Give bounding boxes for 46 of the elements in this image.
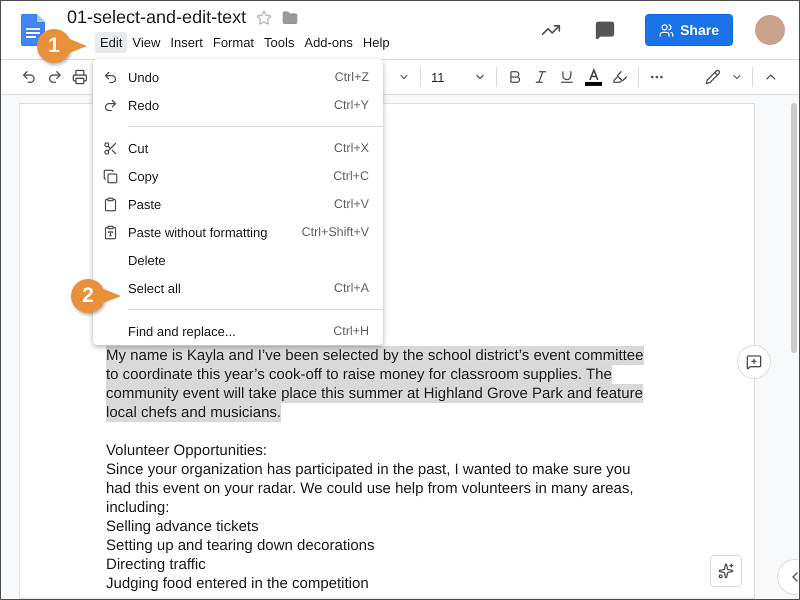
menu-item[interactable]: Copy Ctrl+C	[93, 162, 383, 190]
underline-icon[interactable]	[558, 69, 575, 85]
clipboard-text-icon	[103, 224, 118, 240]
menu-tab[interactable]: Tools	[259, 32, 300, 53]
document-paragraph: My name is Kayla and I’ve been selected by the school district’s event committee to coordinate this year’s cook-off to raise money for classroom supplies. The community event will take place this summer at Highland Grove Park and feature local chefs and musicians.	[106, 346, 644, 422]
menu-item[interactable]: Redo Ctrl+Y	[93, 91, 383, 119]
menu-tab[interactable]: View	[127, 32, 166, 53]
font-size-field[interactable]: 11	[430, 70, 444, 84]
undo-icon	[103, 70, 118, 84]
print-icon[interactable]	[72, 69, 88, 85]
menu-item[interactable]: Paste Ctrl+V	[93, 190, 383, 218]
menu-item[interactable]: Undo Ctrl+Z	[93, 63, 383, 91]
menu-item[interactable]: Paste without formatting Ctrl+Shift+V	[93, 218, 383, 246]
menu-tab[interactable]: Add-ons	[299, 32, 358, 53]
copy-icon	[103, 168, 118, 184]
redo-icon[interactable]	[46, 69, 62, 85]
menu-tab[interactable]: Edit	[95, 32, 128, 53]
text-color-icon[interactable]	[584, 68, 602, 86]
sparkle-icon	[718, 563, 734, 579]
folder-icon[interactable]	[282, 10, 298, 26]
document-paragraph: Volunteer Opportunities: Since your organization has participated in the past, I wanted to make sure you had this event on your radar. We could use help from volunteers in many areas, including: Selling advance tickets Setting up and tearing down decorations Directing traffic Judging food entered in the competition	[106, 441, 634, 593]
people-icon	[659, 22, 674, 38]
add-comment-button[interactable]	[737, 345, 771, 379]
undo-icon[interactable]	[21, 69, 37, 85]
clipboard-icon	[103, 196, 118, 212]
menu-item[interactable]: Delete	[93, 246, 383, 274]
redo-icon	[103, 98, 118, 112]
menu-tab[interactable]: Help	[358, 32, 395, 53]
menu-item[interactable]: Find and replace... Ctrl+H	[93, 317, 383, 345]
docs-logo-icon[interactable]	[21, 14, 45, 46]
menu-item[interactable]: Cut Ctrl+X	[93, 134, 383, 162]
explore-button[interactable]	[710, 555, 742, 587]
add-comment-icon	[746, 354, 762, 370]
share-button[interactable]: Share	[645, 14, 733, 46]
comment-icon[interactable]	[595, 20, 616, 40]
star-icon[interactable]	[256, 10, 272, 26]
menu-tab[interactable]: Format	[208, 32, 260, 53]
callout-pointer	[67, 36, 87, 56]
menu-tab[interactable]: Insert	[165, 32, 208, 53]
scrollbar[interactable]	[791, 103, 797, 353]
scissors-icon	[103, 140, 118, 156]
pencil-icon[interactable]	[704, 69, 721, 85]
italic-icon[interactable]	[533, 69, 549, 85]
highlighter-icon[interactable]	[612, 69, 628, 85]
document-title[interactable]: 01-select-and-edit-text	[67, 7, 246, 28]
callout-pointer	[101, 286, 121, 306]
